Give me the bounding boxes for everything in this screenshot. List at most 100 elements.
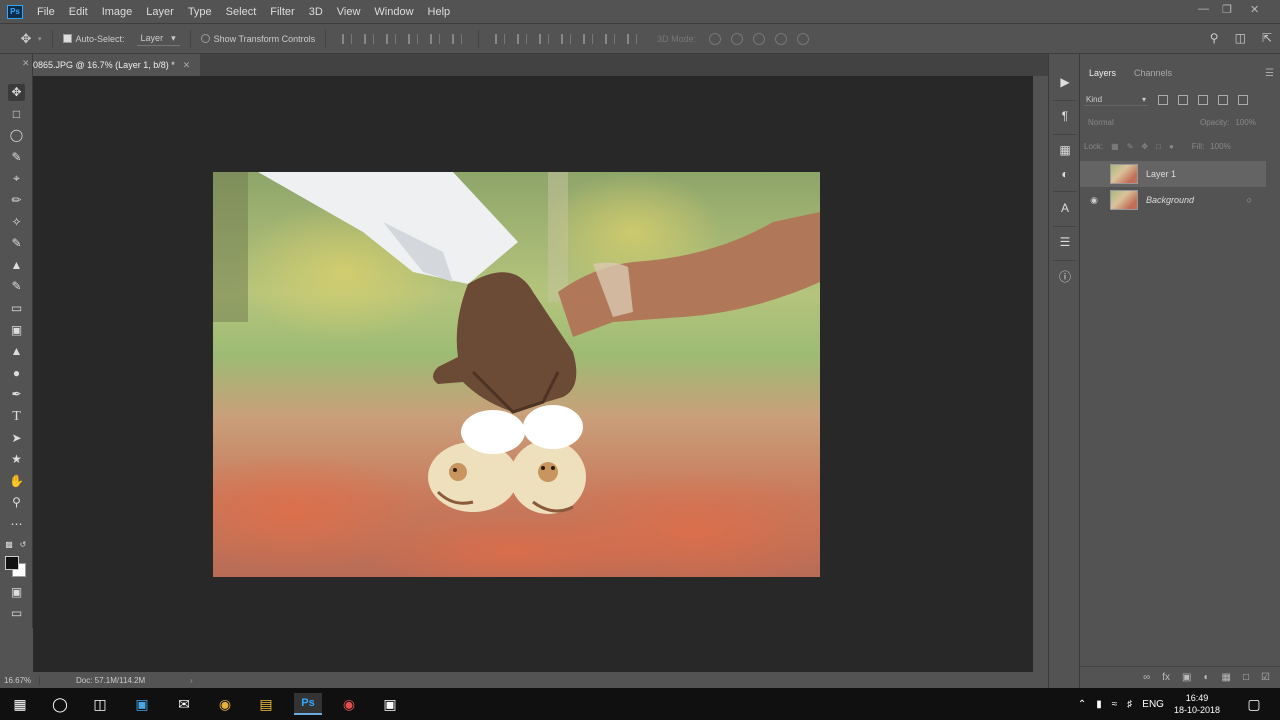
menu-window[interactable]: Window [374, 6, 413, 18]
windows-start-icon[interactable]: ▦ [6, 693, 34, 715]
layer-row[interactable]: Layer 1 [1080, 161, 1266, 187]
blend-mode-dropdown[interactable]: Normal [1084, 118, 1184, 127]
align-vcenter-icon[interactable] [364, 33, 375, 44]
align-top-icon[interactable] [342, 33, 353, 44]
restore-icon[interactable]: ❐ [1222, 3, 1232, 16]
menu-select[interactable]: Select [226, 6, 257, 18]
eye-icon[interactable]: ◉ [1086, 195, 1102, 206]
marquee-tool-icon[interactable]: □ [8, 106, 25, 123]
distribute-hcenter-icon[interactable] [583, 33, 594, 44]
search-icon[interactable]: ⚲ [1210, 31, 1219, 45]
notifications-icon[interactable]: ▢ [1240, 693, 1268, 715]
lasso-tool-icon[interactable]: ◯ [8, 127, 25, 144]
new-group-icon[interactable]: ▦ [1222, 672, 1231, 683]
quick-mask-icon[interactable]: ▣ [8, 584, 25, 601]
3d-slide-icon[interactable] [775, 32, 788, 45]
menu-type[interactable]: Type [188, 6, 212, 18]
move-tool-icon[interactable]: ✥ [8, 84, 25, 101]
cortana-search-icon[interactable]: ◯ [46, 693, 74, 715]
chevron-right-icon[interactable]: › [190, 676, 193, 685]
distribute-left-icon[interactable] [561, 33, 572, 44]
zoom-tool-icon[interactable]: ⚲ [8, 494, 25, 511]
shape-tool-icon[interactable]: ★ [8, 451, 25, 468]
lock-all-icon[interactable]: ● [1169, 142, 1174, 151]
menu-file[interactable]: File [37, 6, 55, 18]
move-tool-icon[interactable]: ✥ [18, 31, 34, 47]
share-icon[interactable]: ⇱ [1262, 31, 1272, 45]
align-hcenter-icon[interactable] [430, 33, 441, 44]
close-tab-icon[interactable]: ✕ [183, 60, 191, 71]
menu-image[interactable]: Image [102, 6, 133, 18]
3d-roll-icon[interactable] [731, 32, 744, 45]
menu-view[interactable]: View [337, 6, 361, 18]
align-left-icon[interactable] [408, 33, 419, 44]
auto-align-icon[interactable] [627, 33, 638, 44]
auto-select-checkbox[interactable] [62, 34, 72, 43]
panel-menu-icon[interactable]: ☰ [1265, 68, 1274, 79]
menu-3d[interactable]: 3D [309, 6, 323, 18]
crop-tool-icon[interactable]: ⌖ [8, 170, 25, 187]
lock-position-icon[interactable]: ✥ [1141, 142, 1148, 151]
quick-select-tool-icon[interactable]: ✎ [8, 149, 25, 166]
adjustment-filter-icon[interactable] [1178, 95, 1188, 105]
document-tab[interactable]: 0865.JPG @ 16.7% (Layer 1, b/8) * ✕ [33, 54, 201, 76]
eyedropper-tool-icon[interactable]: ✏ [8, 192, 25, 209]
smart-object-filter-icon[interactable] [1238, 95, 1248, 105]
close-window-icon[interactable]: ✕ [1250, 3, 1259, 16]
chrome-icon[interactable]: ◉ [211, 693, 239, 715]
hand-tool-icon[interactable]: ✋ [8, 473, 25, 490]
more-tools-icon[interactable]: ⋯ [8, 516, 25, 533]
paragraph-icon[interactable]: ¶ [1057, 108, 1073, 124]
menu-filter[interactable]: Filter [270, 6, 294, 18]
character-icon[interactable]: A [1057, 200, 1073, 216]
file-explorer-icon[interactable]: ▤ [252, 693, 280, 715]
mail-icon[interactable]: ✉ [170, 693, 198, 715]
lock-artboard-icon[interactable]: □ [1156, 142, 1161, 151]
properties-icon[interactable]: ☰ [1057, 234, 1073, 250]
battery-icon[interactable]: ▮ [1096, 699, 1102, 710]
screen-recorder-icon[interactable]: ▣ [376, 693, 404, 715]
lock-image-icon[interactable]: ✎ [1127, 142, 1134, 151]
path-selection-tool-icon[interactable]: ➤ [8, 430, 25, 447]
swap-colors-icon[interactable]: ↺ [18, 536, 28, 553]
trash-icon[interactable]: ☑ [1261, 672, 1270, 683]
transform-controls-checkbox[interactable] [200, 34, 210, 43]
3d-rotate-icon[interactable] [709, 32, 722, 45]
task-view-icon[interactable]: ◫ [86, 693, 114, 715]
close-panel-icon[interactable]: ✕ [22, 58, 30, 69]
opacity-value[interactable]: 100% [1235, 118, 1255, 127]
chevron-up-icon[interactable]: ⌃ [1078, 699, 1086, 710]
kind-filter-dropdown[interactable]: Kind ▾ [1084, 94, 1148, 106]
link-layers-icon[interactable]: ∞ [1143, 672, 1150, 683]
add-mask-icon[interactable]: ▣ [1182, 672, 1191, 683]
libraries-icon[interactable]: ▦ [1057, 142, 1073, 158]
eraser-tool-icon[interactable]: ▭ [8, 300, 25, 317]
distribute-bottom-icon[interactable] [539, 33, 550, 44]
menu-edit[interactable]: Edit [69, 6, 88, 18]
gradient-tool-icon[interactable]: ▣ [8, 322, 25, 339]
layer-name[interactable]: Background [1146, 195, 1194, 205]
volume-icon[interactable]: ♯ [1127, 699, 1132, 710]
clock[interactable]: 16:49 18-10-2018 [1174, 692, 1220, 716]
fill-value[interactable]: 100% [1210, 142, 1230, 151]
tab-channels[interactable]: Channels [1125, 64, 1181, 84]
align-right-icon[interactable] [452, 33, 463, 44]
foreground-color-swatch[interactable] [5, 556, 19, 570]
dodge-tool-icon[interactable]: ● [8, 365, 25, 382]
play-icon[interactable]: ▶ [1057, 74, 1073, 90]
pixel-filter-icon[interactable] [1158, 95, 1168, 105]
clone-stamp-tool-icon[interactable]: ▲ [8, 257, 25, 274]
menu-help[interactable]: Help [428, 6, 451, 18]
lock-transparent-icon[interactable]: ▦ [1111, 142, 1119, 151]
blur-tool-icon[interactable]: ▲ [8, 343, 25, 360]
distribute-right-icon[interactable] [605, 33, 616, 44]
3d-scale-icon[interactable] [797, 32, 810, 45]
screen-mode-icon[interactable]: ▭ [8, 605, 25, 622]
wifi-icon[interactable]: ≈ [1112, 699, 1118, 710]
layer-style-icon[interactable]: fx [1162, 672, 1170, 683]
auto-select-dropdown[interactable]: Layer ▾ [136, 32, 180, 46]
layer-name[interactable]: Layer 1 [1146, 169, 1176, 179]
shape-filter-icon[interactable] [1218, 95, 1228, 105]
align-bottom-icon[interactable] [386, 33, 397, 44]
healing-brush-tool-icon[interactable]: ✧ [8, 214, 25, 231]
